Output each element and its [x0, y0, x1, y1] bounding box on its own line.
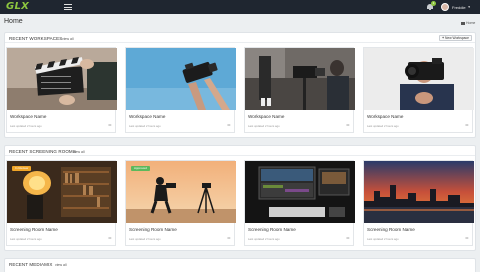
panel-title: RECENT SCREENING ROOMS — [9, 149, 76, 154]
workspace-thumbnail — [7, 48, 117, 110]
app-logo[interactable]: GLX — [6, 1, 29, 13]
card-name: Workspace Name — [10, 114, 47, 119]
recent-screening-rooms-panel: RECENT SCREENING ROOMS view all In Revie… — [4, 145, 476, 251]
panel-header: RECENT WORKSPACES view all + New Workspa… — [5, 33, 475, 43]
screening-room-card[interactable]: Screening Room Name Last updated 2 hours… — [244, 160, 355, 246]
page-title: Home — [4, 18, 23, 25]
card-updated: Last updated 2 hours ago — [10, 237, 42, 241]
card-updated: Last updated 2 hours ago — [367, 237, 399, 241]
screening-room-card[interactable]: Screening Room Name Last updated 2 hours… — [363, 160, 474, 246]
card-updated: Last updated 2 hours ago — [129, 124, 161, 128]
card-updated: Last updated 2 hours ago — [248, 124, 280, 128]
more-icon[interactable]: ••• — [465, 122, 468, 127]
panel-title: RECENT WORKSPACES — [9, 36, 63, 41]
more-icon[interactable]: ••• — [346, 235, 349, 240]
status-badge: Approved — [131, 166, 150, 171]
card-name: Workspace Name — [367, 114, 404, 119]
screening-room-card[interactable]: In Review Screening Room Name Last updat… — [6, 160, 117, 246]
card-updated: Last updated 2 hours ago — [10, 124, 42, 128]
card-name: Screening Room Name — [129, 227, 177, 232]
screening-room-card[interactable]: Approved Screening Room Name Last update… — [125, 160, 236, 246]
new-workspace-label: New Workspace — [445, 36, 469, 40]
panel-header: RECENT SCREENING ROOMS view all — [5, 146, 475, 156]
workspace-card[interactable]: Workspace Name Last updated 2 hours ago … — [363, 47, 474, 133]
user-name: Freddie — [452, 4, 466, 10]
workspace-thumbnail — [364, 48, 474, 110]
breadcrumb[interactable]: Home — [461, 21, 475, 25]
top-navbar: GLX 1 Freddie ▼ — [0, 0, 480, 14]
workspace-thumbnail — [245, 48, 355, 110]
more-icon[interactable]: ••• — [465, 235, 468, 240]
more-icon[interactable]: ••• — [108, 235, 111, 240]
screening-room-thumbnail — [364, 161, 474, 223]
home-icon — [461, 21, 465, 25]
view-all-link[interactable]: view all — [55, 263, 66, 267]
more-icon[interactable]: ••• — [227, 122, 230, 127]
card-name: Workspace Name — [129, 114, 166, 119]
card-name: Screening Room Name — [10, 227, 58, 232]
more-icon[interactable]: ••• — [346, 122, 349, 127]
more-icon[interactable]: ••• — [227, 235, 230, 240]
user-menu[interactable]: Freddie ▼ — [441, 3, 471, 11]
panel-header: RECENT MEDIAMIX view all — [5, 259, 475, 269]
workspace-card[interactable]: Workspace Name Last updated 2 hours ago … — [125, 47, 236, 133]
notification-badge: 1 — [431, 1, 436, 6]
menu-icon[interactable] — [64, 4, 72, 10]
card-name: Screening Room Name — [248, 227, 296, 232]
card-updated: Last updated 2 hours ago — [367, 124, 399, 128]
card-updated: Last updated 2 hours ago — [129, 237, 161, 241]
recent-mediamix-panel: RECENT MEDIAMIX view all — [4, 258, 476, 272]
view-all-link[interactable]: view all — [62, 37, 73, 41]
workspace-card[interactable]: Workspace Name Last updated 2 hours ago … — [6, 47, 117, 133]
screening-room-thumbnail — [245, 161, 355, 223]
card-name: Screening Room Name — [367, 227, 415, 232]
workspace-thumbnail — [126, 48, 236, 110]
new-workspace-button[interactable]: + New Workspace — [439, 35, 472, 41]
more-icon[interactable]: ••• — [108, 122, 111, 127]
panel-title: RECENT MEDIAMIX — [9, 262, 53, 267]
chevron-down-icon: ▼ — [467, 5, 471, 9]
card-name: Workspace Name — [248, 114, 285, 119]
notification-bell-icon[interactable]: 1 — [426, 1, 436, 11]
status-badge: In Review — [12, 166, 32, 171]
avatar — [441, 3, 449, 11]
plus-icon: + — [442, 36, 445, 40]
view-all-link[interactable]: view all — [73, 150, 84, 154]
card-updated: Last updated 2 hours ago — [248, 237, 280, 241]
workspace-card[interactable]: Workspace Name Last updated 2 hours ago … — [244, 47, 355, 133]
breadcrumb-home: Home — [466, 21, 476, 25]
recent-workspaces-panel: RECENT WORKSPACES view all + New Workspa… — [4, 32, 476, 138]
